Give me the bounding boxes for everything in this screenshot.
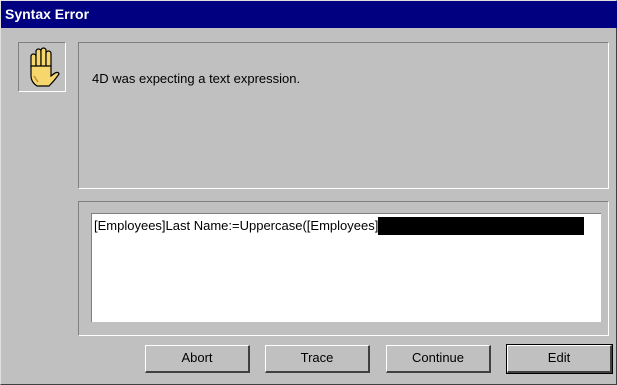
message-panel: 4D was expecting a text expression. bbox=[78, 42, 609, 189]
syntax-error-dialog: Syntax Error 4D was expecting a text exp… bbox=[0, 0, 617, 385]
title-bar[interactable]: Syntax Error bbox=[1, 1, 617, 28]
abort-button[interactable]: Abort bbox=[145, 345, 250, 373]
edit-button[interactable]: Edit bbox=[506, 344, 613, 374]
continue-button[interactable]: Continue bbox=[386, 345, 491, 373]
code-panel: [Employees]Last Name:=Uppercase([Employe… bbox=[78, 201, 609, 336]
icon-frame bbox=[18, 42, 66, 92]
trace-button[interactable]: Trace bbox=[265, 345, 370, 373]
code-text: [Employees]Last Name:=Uppercase([Employe… bbox=[94, 218, 379, 233]
code-line: [Employees]Last Name:=Uppercase([Employe… bbox=[94, 217, 600, 235]
error-message: 4D was expecting a text expression. bbox=[92, 71, 301, 86]
dialog-title: Syntax Error bbox=[5, 6, 90, 22]
code-text-area[interactable]: [Employees]Last Name:=Uppercase([Employe… bbox=[91, 213, 601, 322]
stop-hand-icon bbox=[30, 47, 60, 87]
code-selection-highlight bbox=[378, 217, 585, 235]
